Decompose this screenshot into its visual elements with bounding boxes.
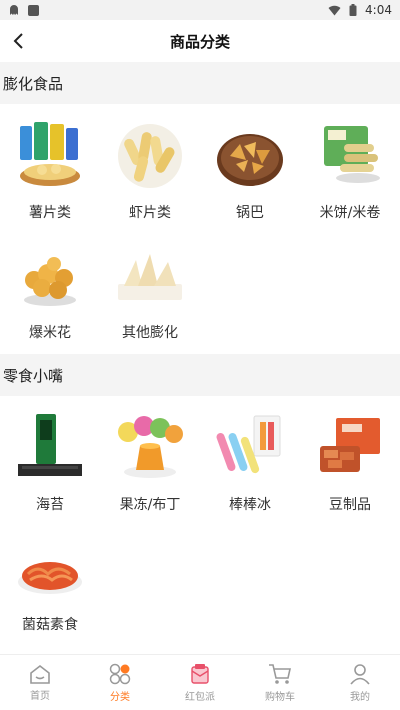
tab-label: 我的	[350, 691, 370, 703]
battery-icon	[349, 4, 357, 16]
nav-bar: 商品分类	[0, 20, 400, 62]
category-label: 爆米花	[29, 325, 71, 341]
category-label: 其他膨化	[122, 325, 178, 341]
profile-icon	[350, 663, 370, 685]
back-button[interactable]	[4, 26, 34, 56]
jelly-pudding-icon	[118, 416, 183, 478]
category-item-rice-cracker[interactable]: 米饼/米卷	[300, 114, 400, 234]
category-label: 海苔	[36, 497, 64, 513]
popcorn-bowl-icon	[24, 257, 76, 306]
category-label: 锅巴	[236, 205, 264, 221]
tab-profile[interactable]: 我的	[320, 655, 400, 710]
category-item-popcorn[interactable]: 爆米花	[0, 234, 100, 354]
status-time: 4:04	[365, 3, 392, 17]
category-item-shrimp-chips[interactable]: 虾片类	[100, 114, 200, 234]
category-label: 米饼/米卷	[319, 205, 381, 221]
puffed-snack-icon	[118, 254, 182, 300]
category-icon	[109, 663, 131, 684]
tofu-snack-icon	[320, 418, 380, 472]
tab-red-packet[interactable]: 红包派	[160, 655, 240, 710]
red-packet-icon	[191, 663, 209, 684]
wifi-icon	[328, 5, 341, 15]
category-item-chips[interactable]: 薯片类	[0, 114, 100, 234]
sim-icon	[28, 4, 39, 16]
tab-category[interactable]: 分类	[80, 655, 160, 710]
category-item-ice-pop[interactable]: 棒棒冰	[200, 406, 300, 526]
notification-icon	[10, 5, 18, 15]
tab-cart[interactable]: 购物车	[240, 655, 320, 710]
chips-bag-icon	[20, 122, 80, 186]
tab-label: 购物车	[265, 691, 295, 703]
shrimp-chips-bowl-icon	[118, 124, 182, 188]
category-grid-snacks: 海苔 果冻/布丁 棒棒冰 豆制品 菌菇素食	[0, 396, 400, 646]
category-label: 虾片类	[129, 205, 171, 221]
tab-label: 首页	[30, 690, 50, 702]
bottom-tab-bar: 首页 分类 红包派 购物车 我的	[0, 654, 400, 710]
category-item-tofu[interactable]: 豆制品	[300, 406, 400, 526]
section-title-snacks: 零食小嘴	[0, 354, 400, 396]
tab-label: 分类	[110, 691, 130, 703]
chevron-left-icon	[13, 33, 23, 49]
category-item-guoba[interactable]: 锅巴	[200, 114, 300, 234]
category-item-seaweed[interactable]: 海苔	[0, 406, 100, 526]
category-grid-puffed-food: 薯片类 虾片类 锅巴 米饼/米卷 爆米花 其他膨化	[0, 104, 400, 354]
status-bar: 4:04	[0, 0, 400, 20]
home-icon	[30, 664, 50, 684]
section-title-puffed-food: 膨化食品	[0, 62, 400, 104]
page-title: 商品分类	[169, 32, 230, 51]
seaweed-pack-icon	[18, 414, 82, 476]
tab-label: 红包派	[185, 691, 215, 703]
category-item-mushroom[interactable]: 菌菇素食	[0, 526, 100, 646]
category-label: 果冻/布丁	[119, 497, 181, 513]
category-item-other-puffed[interactable]: 其他膨化	[100, 234, 200, 354]
ice-pop-icon	[216, 415, 281, 474]
category-label: 菌菇素食	[22, 617, 78, 633]
category-item-jelly[interactable]: 果冻/布丁	[100, 406, 200, 526]
category-label: 棒棒冰	[229, 497, 271, 513]
category-label: 薯片类	[29, 205, 71, 221]
mushroom-snack-icon	[18, 562, 82, 594]
cart-icon	[269, 663, 291, 684]
tab-home[interactable]: 首页	[0, 655, 80, 710]
category-label: 豆制品	[329, 497, 371, 513]
rice-roll-icon	[324, 126, 380, 183]
guoba-crackers-icon	[217, 134, 283, 186]
